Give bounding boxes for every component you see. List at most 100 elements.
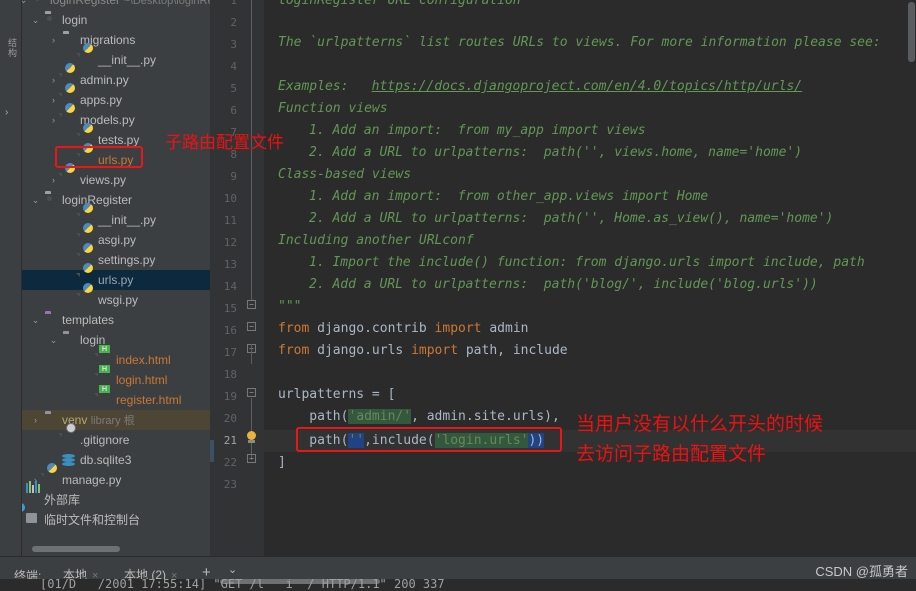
line-number-22: 22 — [223, 456, 237, 469]
tree-row--gitignore[interactable]: .gitignore — [22, 430, 210, 450]
tree-row-settings-py[interactable]: settings.py — [22, 250, 210, 270]
tree-row-index-html[interactable]: index.html — [22, 350, 210, 370]
module-django-urls: django.urls — [309, 343, 412, 358]
tree-row-label: index.html — [116, 353, 171, 367]
tree-row-label: 临时文件和控制台 — [44, 513, 141, 527]
code-folding-column[interactable]: − − − − − — [242, 0, 264, 556]
tree-row-sublabel: library 根 — [90, 415, 135, 427]
tree-row---------[interactable]: › 临时文件和控制台 — [22, 510, 210, 530]
folder-module-icon — [32, 0, 46, 7]
tree-row-label: db.sqlite3 — [80, 453, 132, 467]
tree-row-login[interactable]: ⌄ login — [22, 10, 210, 30]
code-line-7: 1. Add an import: from my_app import vie… — [309, 123, 646, 138]
left-tool-strip: 结构 › — [0, 0, 22, 556]
tree-row---init---py[interactable]: __init__.py — [22, 50, 210, 70]
code-line-20: path('admin/', admin.site.urls), — [278, 406, 560, 428]
tree-row-admin-py[interactable]: › admin.py — [22, 70, 210, 90]
code-line-14: 2. Add a URL to urlpatterns: path('blog/… — [309, 277, 818, 292]
line-number-11: 11 — [223, 214, 237, 227]
code-line-22: ] — [278, 455, 286, 470]
chevron-down-icon[interactable]: ⌄ — [30, 10, 41, 30]
annotation-box-sub-urls-file — [55, 146, 143, 168]
tree-row-wsgi-py[interactable]: wsgi.py — [22, 290, 210, 310]
intention-bulb-icon[interactable] — [245, 431, 258, 444]
tree-row-manage-py[interactable]: › manage.py — [22, 470, 210, 490]
chevron-down-icon[interactable]: ⌄ — [30, 190, 41, 210]
terminal-output-line: [01/D /2001 17:55:14] "GET /l i / HTTP/1… — [40, 579, 445, 591]
tree-row-label: wsgi.py — [98, 293, 139, 307]
tree-row-loginregister[interactable]: ⌄ loginRegister — [22, 190, 210, 210]
csdn-watermark: CSDN @孤勇者 — [815, 564, 908, 579]
annotation-explain-line-1: 当用户没有以什么开头的时候 — [576, 413, 824, 435]
editor-vscrollbar[interactable] — [908, 2, 915, 62]
line-number-12: 12 — [223, 236, 237, 249]
line-number-23: 23 — [223, 478, 237, 491]
fold-region-line-3 — [251, 398, 252, 460]
chevron-down-icon[interactable]: ⌄ — [48, 330, 59, 350]
code-line-4[interactable]: https://docs.djangoproject.com/en/4.0/to… — [309, 54, 802, 94]
fold-region-line-2 — [251, 344, 252, 364]
tree-row-migrations[interactable]: › migrations — [22, 30, 210, 50]
line-number-20: 20 — [223, 412, 237, 425]
fold-marker-import-1[interactable]: − — [247, 322, 256, 331]
code-editor[interactable]: 1 2 3 4 5 6 7 8 9 10 11 12 13 14 15 16 17 18 19 20 21 22 23 − … — [210, 0, 916, 556]
tree-row-asgi-py[interactable]: asgi.py — [22, 230, 210, 250]
fold-marker-urlpatterns[interactable]: − — [247, 388, 256, 397]
chevron-down-icon[interactable]: ⌄ — [30, 310, 41, 330]
tree-row-label: 外部库 — [44, 493, 81, 507]
database-icon — [62, 453, 76, 467]
python-file-icon — [44, 473, 58, 487]
call-path-20: path( — [278, 409, 349, 424]
tree-row-login[interactable]: ⌄ login — [22, 330, 210, 350]
code-text-area[interactable]: loginRegister URL configuration The `url… — [264, 0, 916, 556]
tree-row-label: manage.py — [62, 473, 122, 487]
tree-row-label: settings.py — [98, 253, 156, 267]
scratches-console-icon — [26, 513, 40, 527]
chevron-down-icon[interactable]: ⌄ — [22, 0, 29, 10]
project-tree-panel[interactable]: ⌄loginRegister ~\Desktop\loginRegist⌄log… — [22, 0, 210, 556]
code-line-10: 1. Add an import: from other_app.views i… — [309, 189, 709, 204]
line-number-17: 17 — [223, 346, 237, 359]
tree-row---init---py[interactable]: __init__.py — [22, 210, 210, 230]
tree-row-label: apps.py — [80, 93, 123, 107]
fold-marker-urlpatterns-end[interactable]: − — [247, 454, 256, 463]
tree-row-loginregister[interactable]: ⌄loginRegister ~\Desktop\loginRegist — [22, 0, 210, 10]
ide-window: 结构 › ⌄loginRegister ~\Desktop\loginRegis… — [0, 0, 916, 591]
line-number-6: 6 — [230, 104, 237, 117]
tree-row-login-html[interactable]: login.html — [22, 370, 210, 390]
tree-row-views-py[interactable]: › views.py — [22, 170, 210, 190]
chevron-right-icon[interactable]: › — [30, 410, 41, 430]
tree-row-urls-py[interactable]: urls.py — [22, 270, 210, 290]
project-tree-hscrollbar[interactable] — [32, 546, 120, 552]
args-20: , admin.site.urls), — [411, 409, 560, 424]
line-number-13: 13 — [223, 258, 237, 271]
django-docs-link[interactable]: https://docs.djangoproject.com/en/4.0/to… — [372, 79, 802, 94]
tree-row-apps-py[interactable]: › apps.py — [22, 90, 210, 110]
python-file-icon — [80, 293, 94, 307]
folder-module-icon — [44, 13, 58, 27]
tree-row-register-html[interactable]: register.html — [22, 390, 210, 410]
keyword-from-2: from — [278, 343, 310, 358]
code-line-17: from django.urls import path, include — [278, 340, 568, 362]
tree-row-models-py[interactable]: › models.py — [22, 110, 210, 130]
string-admin-path: 'admin/' — [348, 409, 412, 424]
fold-marker-docstring[interactable]: − — [247, 300, 256, 309]
python-file-icon — [62, 173, 76, 187]
chevron-right-icon[interactable]: › — [5, 108, 8, 118]
tree-row-label: admin.py — [80, 73, 129, 87]
tree-row-label: __init__.py — [98, 213, 157, 227]
chevron-right-icon[interactable]: › — [22, 510, 23, 530]
line-number-18: 18 — [223, 368, 237, 381]
chevron-right-icon[interactable]: › — [48, 30, 59, 50]
chevron-down-icon[interactable]: ⌄ — [228, 563, 237, 576]
tree-row-label: register.html — [116, 393, 182, 407]
folder-icon — [62, 33, 76, 47]
python-file-icon — [62, 113, 76, 127]
tree-row----[interactable]: ›外部库 — [22, 481, 210, 510]
structure-vertical-tab[interactable]: 结构 — [3, 38, 19, 98]
folder-purple-icon — [44, 313, 58, 327]
line-number-16: 16 — [223, 324, 237, 337]
tree-row-venv[interactable]: › venv library 根 — [22, 410, 210, 430]
folder-plain-icon — [44, 413, 58, 427]
tree-row-templates[interactable]: ⌄ templates — [22, 310, 210, 330]
